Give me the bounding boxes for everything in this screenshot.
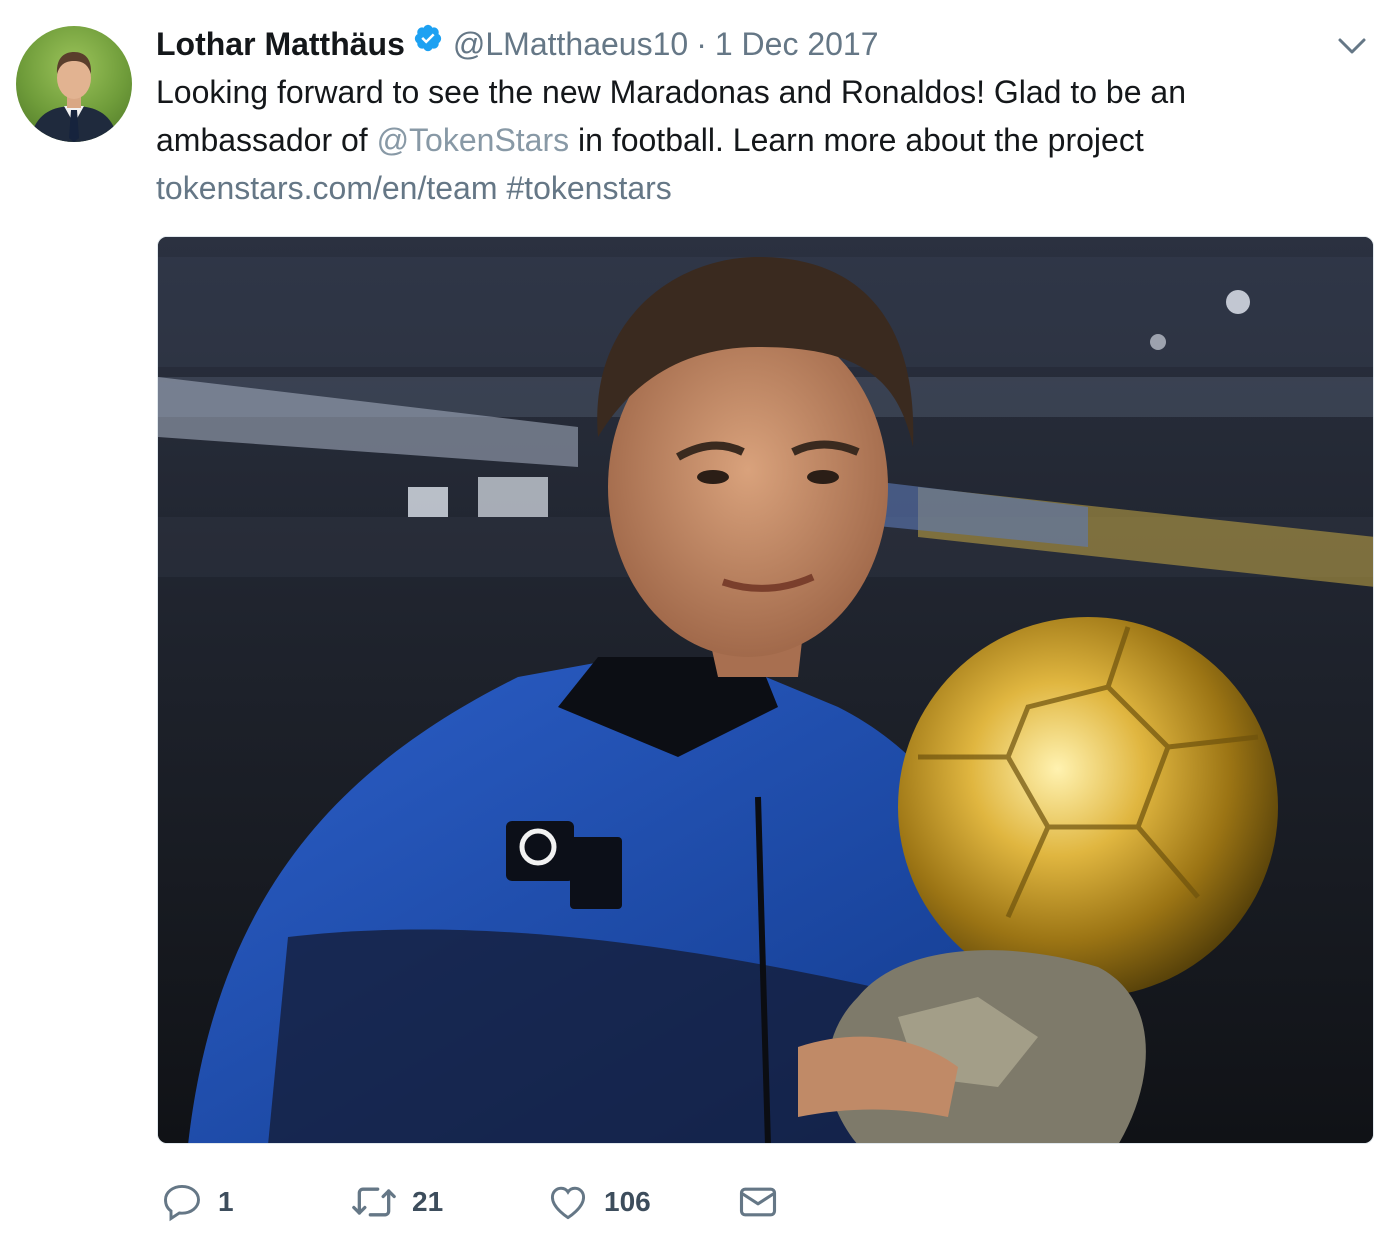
text-after-mention: in football. Learn more about the projec… (569, 122, 1144, 158)
like-button[interactable]: 106 (546, 1178, 651, 1226)
reply-button[interactable]: 1 (160, 1178, 234, 1226)
text-before-mention: ambassador of (156, 122, 377, 158)
tweet-date[interactable]: 1 Dec 2017 (715, 26, 879, 63)
tweet-header: Lothar Matthäus @LMatthaeus10 · 1 Dec 20… (156, 22, 879, 66)
retweet-count: 21 (412, 1186, 444, 1217)
envelope-icon (739, 1187, 777, 1217)
tweet-text-line-1: Looking forward to see the new Maradonas… (156, 74, 1186, 110)
tweet-text: Looking forward to see the new Maradonas… (156, 68, 1356, 212)
tweet-card[interactable]: Lothar Matthäus @LMatthaeus10 · 1 Dec 20… (0, 0, 1400, 1236)
author-handle[interactable]: @LMatthaeus10 (453, 26, 688, 63)
tweet-text-line-3: tokenstars.com/en/team #tokenstars (156, 164, 1356, 212)
like-count: 106 (604, 1186, 651, 1217)
avatar-image (30, 52, 118, 142)
retweet-button[interactable]: 21 (350, 1178, 443, 1226)
verified-badge-icon (413, 23, 443, 53)
header-separator: · (696, 25, 707, 62)
hashtag-link[interactable]: #tokenstars (506, 170, 671, 206)
tweet-text-line-2: ambassador of @TokenStars in football. L… (156, 116, 1356, 164)
url-link[interactable]: tokenstars.com/en/team (156, 170, 497, 206)
photo-image (158, 237, 1373, 1143)
reply-count: 1 (218, 1186, 234, 1217)
author-avatar[interactable] (16, 26, 132, 142)
mention-link[interactable]: @TokenStars (377, 122, 570, 158)
retweet-icon (352, 1187, 396, 1217)
reply-icon (164, 1184, 200, 1222)
heart-icon (550, 1186, 586, 1220)
more-options-chevron-down-icon[interactable] (1334, 30, 1370, 60)
tweet-photo[interactable] (157, 236, 1374, 1144)
author-name[interactable]: Lothar Matthäus (156, 26, 405, 63)
tweet-actions: 1 21 106 (160, 1178, 860, 1230)
direct-message-button[interactable] (736, 1178, 780, 1226)
